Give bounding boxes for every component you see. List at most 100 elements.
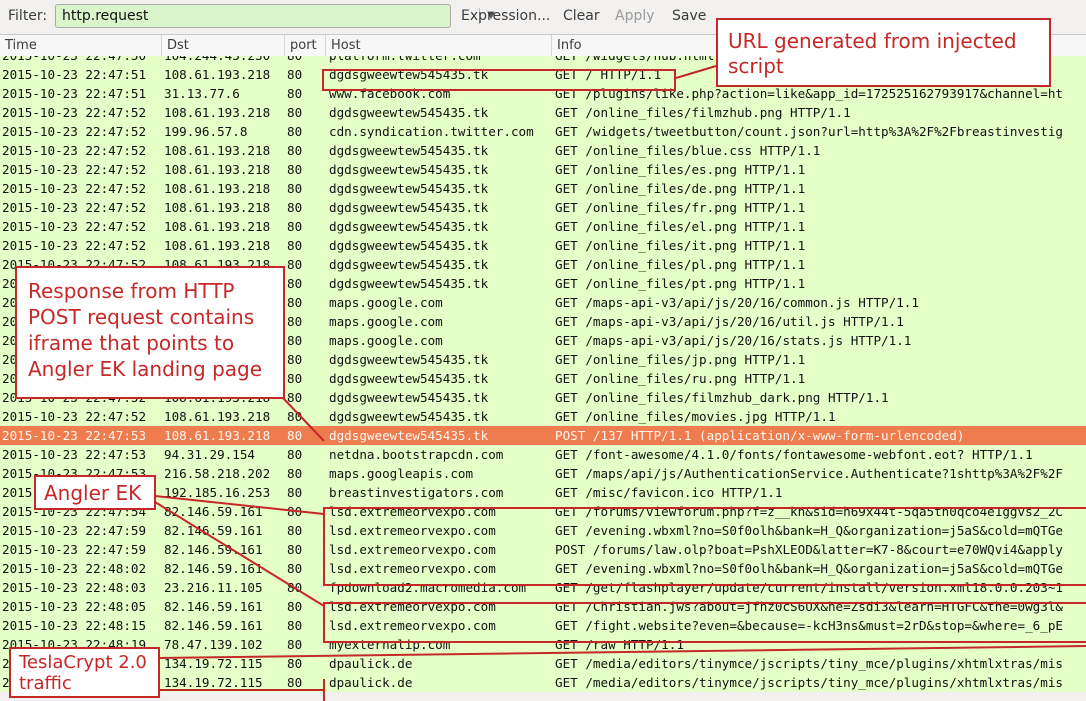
table-row-selected[interactable]: 2015-10-23 22:47:53 108.61.193.218 80 dgdsg… xyxy=(0,426,1086,445)
cell-port: 80 xyxy=(287,466,303,481)
cell-info: GET /media/editors/tinymce/jscripts/tiny… xyxy=(555,675,1063,690)
table-row[interactable]: 2015-10-23 22:47:53 94.31.29.154 80 netdna.… xyxy=(0,445,1086,464)
cell-dst: 108.61.193.218 xyxy=(164,105,271,120)
cell-host: platform.twitter.com xyxy=(329,56,551,65)
cell-time: 2015-10-23 22:47:51 xyxy=(2,67,147,82)
cell-info: GET /widgets/tweetbutton/count.json?url=… xyxy=(555,124,1063,139)
cell-port: 80 xyxy=(287,428,303,443)
cell-port: 80 xyxy=(287,124,303,139)
table-row[interactable]: 2015-10-23 22:47:52 108.61.193.218 80 dgdsg… xyxy=(0,236,1086,255)
cell-info: POST /137 HTTP/1.1 (application/x-www-fo… xyxy=(555,428,965,443)
cell-port: 80 xyxy=(287,200,303,215)
cell-port: 80 xyxy=(287,485,303,500)
cell-host: netdna.bootstrapcdn.com xyxy=(329,447,504,462)
cell-port: 80 xyxy=(287,371,303,386)
cell-host: maps.google.com xyxy=(329,295,443,310)
cell-port: 80 xyxy=(287,333,303,348)
expression-button[interactable]: Expression... xyxy=(461,8,550,24)
cell-info: GET /online_files/fr.png HTTP/1.1 xyxy=(555,200,806,215)
annotation-response-post: Response from HTTP POST request contains… xyxy=(15,266,285,399)
cell-info: GET /online_files/blue.css HTTP/1.1 xyxy=(555,143,821,158)
cell-time: 2015-10-23 22:48:05 xyxy=(2,599,147,614)
table-row[interactable]: 2015-10-23 22:47:52 108.61.193.218 80 dgdsg… xyxy=(0,103,1086,122)
table-row[interactable]: 2015-10-23 22:47:52 108.61.193.218 80 dgdsg… xyxy=(0,217,1086,236)
cell-dst: 108.61.193.218 xyxy=(164,200,271,215)
cell-time: 2015-10-23 22:47:52 xyxy=(2,162,147,177)
column-header-time[interactable]: Time xyxy=(0,35,162,57)
cell-info: GET /online_files/filmzhub.png HTTP/1.1 xyxy=(555,105,851,120)
cell-port: 80 xyxy=(287,675,303,690)
cell-time: 2015-10-23 22:47:52 xyxy=(2,105,147,120)
table-row[interactable]: 2015-10-23 22:47:52 108.61.193.218 80 dgdsg… xyxy=(0,179,1086,198)
cell-port: 80 xyxy=(287,86,303,101)
cell-time: 2015-10-23 22:47:52 xyxy=(2,200,147,215)
cell-time: 2015-10-23 22:47:52 xyxy=(2,219,147,234)
cell-dst: 199.96.57.8 xyxy=(164,124,248,139)
cell-time: 2015-10-23 22:47:52 xyxy=(2,409,147,424)
cell-port: 80 xyxy=(287,580,303,595)
table-row[interactable]: 2015-10-23 22:47:52 108.61.193.218 80 dgdsg… xyxy=(0,160,1086,179)
table-row[interactable]: 2015-10-23 22:47:52 108.61.193.218 80 dgdsg… xyxy=(0,198,1086,217)
cell-info: GET /maps-api-v3/api/js/20/16/common.js … xyxy=(555,295,919,310)
cell-dst: 108.61.193.218 xyxy=(164,67,271,82)
table-row[interactable]: 2015-10-23 22:47:52 108.61.193.218 80 dgdsg… xyxy=(0,141,1086,160)
column-header-host[interactable]: Host xyxy=(326,35,552,57)
highlight-initial-request xyxy=(322,69,676,91)
filter-input[interactable] xyxy=(62,5,412,27)
cell-dst: 108.61.193.218 xyxy=(164,219,271,234)
cell-host: dgdsgweewtew545435.tk xyxy=(329,276,489,291)
table-row[interactable]: 2015-10-23 22:48:21134.19.72.11580dpauli… xyxy=(0,673,1086,692)
highlight-angler-group-1 xyxy=(323,507,1086,586)
cell-info: GET /online_files/el.png HTTP/1.1 xyxy=(555,219,806,234)
column-header-dst[interactable]: Dst xyxy=(162,35,285,57)
clear-button[interactable]: Clear xyxy=(563,8,600,24)
cell-time: 2015-10-23 22:47:52 xyxy=(2,124,147,139)
cell-host: dgdsgweewtew545435.tk xyxy=(329,162,489,177)
cell-host: dgdsgweewtew545435.tk xyxy=(329,352,489,367)
cell-dst: 134.19.72.115 xyxy=(164,656,263,671)
cell-info: GET /online_files/es.png HTTP/1.1 xyxy=(555,162,806,177)
cell-host: maps.googleapis.com xyxy=(329,466,474,481)
annotation-angler-ek: Angler EK xyxy=(34,475,156,510)
cell-dst: 82.146.59.161 xyxy=(164,618,263,633)
column-header-port[interactable]: port xyxy=(285,35,326,57)
cell-host: breastinvestigators.com xyxy=(329,485,504,500)
cell-host: dgdsgweewtew545435.tk xyxy=(329,428,489,443)
table-row[interactable]: 2015-10-23 22:47:52 108.61.193.218 80 dgdsg… xyxy=(0,407,1086,426)
cell-host: dpaulick.de xyxy=(329,656,413,671)
table-row[interactable]: 2015-10-23 22:47:53192.185.16.25380breas… xyxy=(0,483,1086,502)
cell-host: dgdsgweewtew545435.tk xyxy=(329,143,489,158)
apply-button[interactable]: Apply xyxy=(615,8,655,24)
cell-info: GET /online_files/it.png HTTP/1.1 xyxy=(555,238,806,253)
cell-port: 80 xyxy=(287,276,303,291)
cell-dst: 108.61.193.218 xyxy=(164,409,271,424)
cell-port: 80 xyxy=(287,599,303,614)
cell-port: 80 xyxy=(287,352,303,367)
highlight-angler-group-2 xyxy=(323,602,1086,643)
cell-dst: 134.19.72.115 xyxy=(164,675,263,690)
table-row[interactable]: 2015-10-23 22:47:53 216.58.218.202 80 maps.… xyxy=(0,464,1086,483)
cell-time: 2015-10-23 22:48:15 xyxy=(2,618,147,633)
cell-port: 80 xyxy=(287,238,303,253)
annotation-url-generated: URL generated from injected script xyxy=(716,18,1051,87)
table-row[interactable]: 2015-10-23 22:47:52 199.96.57.8 80 cdn.synd… xyxy=(0,122,1086,141)
cell-host: dgdsgweewtew545435.tk xyxy=(329,257,489,272)
cell-info: GET /online_files/filmzhub_dark.png HTTP… xyxy=(555,390,889,405)
cell-time: 2015-10-23 22:47:52 xyxy=(2,181,147,196)
cell-host: dgdsgweewtew545435.tk xyxy=(329,181,489,196)
table-row[interactable]: 2015-10-23 22:48:20134.19.72.11580dpauli… xyxy=(0,654,1086,673)
cell-host: dgdsgweewtew545435.tk xyxy=(329,219,489,234)
cell-host: dgdsgweewtew545435.tk xyxy=(329,409,489,424)
cell-info: GET /font-awesome/4.1.0/fonts/fontawesom… xyxy=(555,447,1033,462)
cell-port: 80 xyxy=(287,257,303,272)
cell-port: 80 xyxy=(287,656,303,671)
cell-port: 80 xyxy=(287,523,303,538)
filter-box[interactable]: ▼ xyxy=(55,4,495,28)
cell-dst: 94.31.29.154 xyxy=(164,447,255,462)
cell-host: dgdsgweewtew545435.tk xyxy=(329,200,489,215)
save-button[interactable]: Save xyxy=(672,8,706,24)
cell-host: dgdsgweewtew545435.tk xyxy=(329,371,489,386)
cell-time: 2015-10-23 22:47:51 xyxy=(2,86,147,101)
highlight-teslacrypt-group xyxy=(323,679,327,701)
cell-dst: 192.185.16.253 xyxy=(164,485,271,500)
